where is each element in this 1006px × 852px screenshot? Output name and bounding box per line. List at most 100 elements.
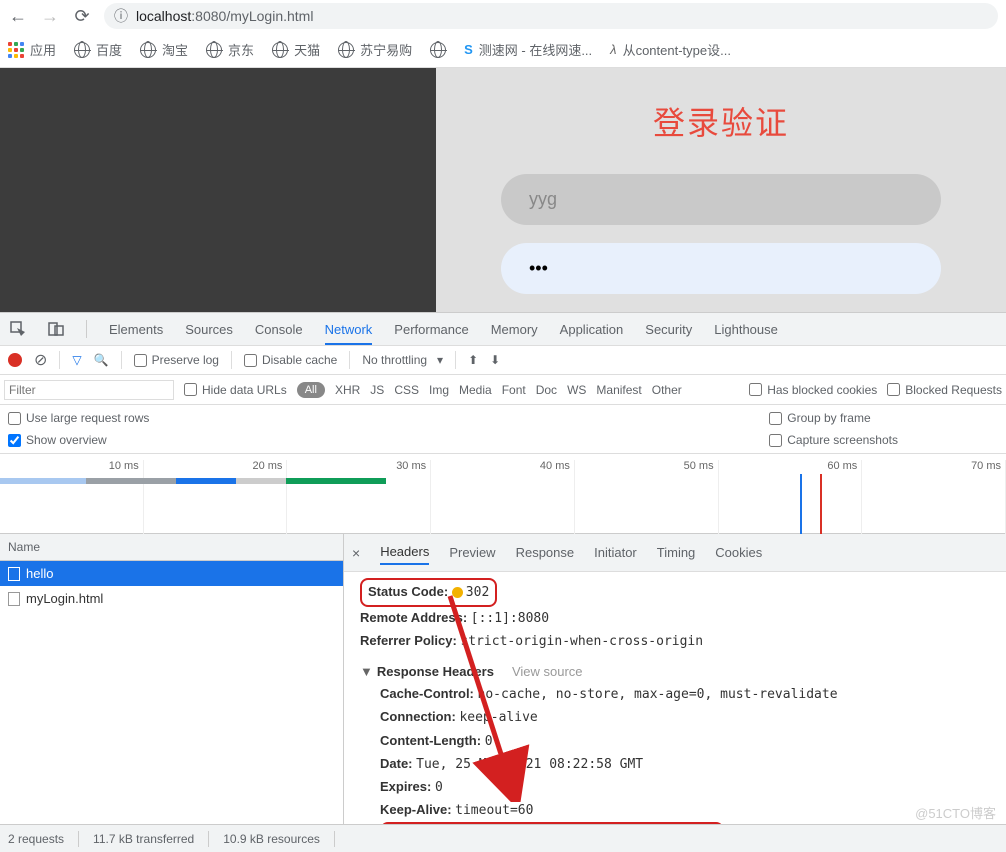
show-overview-checkbox[interactable]: Show overview — [8, 433, 149, 447]
hide-data-urls-checkbox[interactable]: Hide data URLs — [184, 383, 287, 397]
disable-cache-checkbox[interactable]: Disable cache — [244, 353, 337, 367]
filter-input[interactable] — [4, 380, 174, 400]
globe-icon — [140, 42, 156, 58]
header-row: Cache-Control: no-cache, no-store, max-a… — [380, 683, 990, 706]
tab-network[interactable]: Network — [325, 314, 373, 345]
tab-sources[interactable]: Sources — [185, 314, 233, 345]
response-headers-section[interactable]: ▼Response HeadersView source — [360, 661, 990, 683]
tab-application[interactable]: Application — [560, 314, 624, 345]
detail-tab-response[interactable]: Response — [516, 541, 575, 564]
watermark: @51CTO博客 — [915, 803, 996, 822]
filter-doc[interactable]: Doc — [536, 383, 557, 397]
upload-icon[interactable]: ⬆ — [468, 353, 478, 367]
options-row: Use large request rows Show overview Gro… — [0, 405, 1006, 454]
request-row-hello[interactable]: hello — [0, 561, 343, 586]
timeline-tick: 50 ms — [575, 460, 719, 534]
preserve-log-checkbox[interactable]: Preserve log — [134, 353, 219, 367]
transferred-size: 11.7 kB transferred — [93, 832, 194, 846]
large-rows-checkbox[interactable]: Use large request rows — [8, 411, 149, 425]
header-row: Connection: keep-alive — [380, 706, 990, 729]
timeline-tick: 70 ms — [862, 460, 1006, 534]
login-panel: 登录验证 — [436, 68, 1006, 312]
bookmark-contenttype[interactable]: λ从content-type设... — [610, 40, 731, 59]
reload-button[interactable]: ⟳ — [72, 6, 92, 27]
filter-other[interactable]: Other — [652, 383, 682, 397]
address-bar[interactable]: ⓘ localhost:8080/myLogin.html — [104, 3, 998, 29]
filter-icon[interactable]: ▽ — [72, 353, 81, 367]
dark-panel — [0, 68, 436, 312]
username-input[interactable] — [501, 174, 941, 225]
capture-screenshots-checkbox[interactable]: Capture screenshots — [769, 433, 898, 447]
download-icon[interactable]: ⬇ — [490, 353, 500, 367]
filter-css[interactable]: CSS — [394, 383, 419, 397]
name-column-header[interactable]: Name — [0, 534, 343, 561]
network-toolbar: ⊘ ▽ 🔍 Preserve log Disable cache No thro… — [0, 345, 1006, 375]
header-row: Date: Tue, 25 May 2021 08:22:58 GMT — [380, 753, 990, 776]
filter-ws[interactable]: WS — [567, 383, 586, 397]
password-input[interactable] — [501, 243, 941, 294]
filter-manifest[interactable]: Manifest — [596, 383, 641, 397]
filter-media[interactable]: Media — [459, 383, 492, 397]
globe-icon — [272, 42, 288, 58]
timeline-overview[interactable]: 10 ms 20 ms 30 ms 40 ms 50 ms 60 ms 70 m… — [0, 454, 1006, 534]
apps-button[interactable]: 应用 — [8, 40, 56, 59]
header-row: Keep-Alive: timeout=60 — [380, 799, 990, 822]
request-row-mylogin[interactable]: myLogin.html — [0, 586, 343, 611]
back-button[interactable]: ← — [8, 6, 28, 27]
filter-js[interactable]: JS — [370, 383, 384, 397]
detail-tab-timing[interactable]: Timing — [657, 541, 696, 564]
close-detail-button[interactable]: × — [352, 545, 360, 561]
request-list: Name hello myLogin.html — [0, 534, 344, 830]
header-row: Expires: 0 — [380, 776, 990, 799]
filter-img[interactable]: Img — [429, 383, 449, 397]
forward-button[interactable]: → — [40, 6, 60, 27]
bookmark-taobao[interactable]: 淘宝 — [140, 40, 188, 59]
tab-lighthouse[interactable]: Lighthouse — [714, 314, 778, 345]
detail-tab-preview[interactable]: Preview — [449, 541, 495, 564]
bookmark-jd[interactable]: 京东 — [206, 40, 254, 59]
triangle-down-icon: ▼ — [360, 661, 373, 683]
main-split: Name hello myLogin.html × Headers Previe… — [0, 534, 1006, 830]
bookmark-tmall[interactable]: 天猫 — [272, 40, 320, 59]
bookmarks-bar: 应用 百度 淘宝 京东 天猫 苏宁易购 S测速网 - 在线网速... λ从con… — [0, 32, 1006, 68]
bookmark-baidu[interactable]: 百度 — [74, 40, 122, 59]
detail-tab-initiator[interactable]: Initiator — [594, 541, 637, 564]
record-button[interactable] — [8, 353, 22, 367]
tab-performance[interactable]: Performance — [394, 314, 468, 345]
group-by-frame-checkbox[interactable]: Group by frame — [769, 411, 898, 425]
status-dot-icon — [452, 587, 463, 598]
browser-nav: ← → ⟳ ⓘ localhost:8080/myLogin.html — [0, 0, 1006, 32]
throttling-select[interactable]: No throttling ▾ — [362, 353, 443, 367]
info-icon: ⓘ — [114, 6, 128, 26]
url-text: localhost:8080/myLogin.html — [136, 8, 313, 24]
apps-icon — [8, 42, 24, 58]
tab-memory[interactable]: Memory — [491, 314, 538, 345]
blocked-cookies-checkbox[interactable]: Has blocked cookies — [749, 383, 877, 397]
filter-xhr[interactable]: XHR — [335, 383, 360, 397]
blocked-requests-checkbox[interactable]: Blocked Requests — [887, 383, 1002, 397]
bookmark-suning[interactable]: 苏宁易购 — [338, 40, 412, 59]
device-icon[interactable] — [48, 321, 64, 337]
view-source-link[interactable]: View source — [512, 664, 583, 679]
detail-pane: × Headers Preview Response Initiator Tim… — [344, 534, 1006, 830]
detail-tab-headers[interactable]: Headers — [380, 540, 429, 565]
referrer-policy-row: Referrer Policy: strict-origin-when-cros… — [360, 630, 990, 653]
filter-all[interactable]: All — [297, 382, 325, 398]
tab-console[interactable]: Console — [255, 314, 303, 345]
clear-icon[interactable]: ⊘ — [34, 350, 47, 370]
timeline-tick: 40 ms — [431, 460, 575, 534]
detail-body: Status Code: 302 Remote Address: [::1]:8… — [344, 572, 1006, 830]
bookmark-speedtest[interactable]: S测速网 - 在线网速... — [464, 40, 592, 59]
header-row: Content-Length: 0 — [380, 730, 990, 753]
search-icon[interactable]: 🔍 — [94, 353, 109, 367]
inspect-icon[interactable] — [10, 321, 26, 337]
tab-elements[interactable]: Elements — [109, 314, 163, 345]
tab-security[interactable]: Security — [645, 314, 692, 345]
remote-address-row: Remote Address: [::1]:8080 — [360, 607, 990, 630]
bookmark-blank[interactable] — [430, 42, 446, 58]
timeline-tick: 60 ms — [719, 460, 863, 534]
timeline-tick: 10 ms — [0, 460, 144, 534]
detail-tab-cookies[interactable]: Cookies — [715, 541, 762, 564]
request-count: 2 requests — [8, 832, 64, 846]
filter-font[interactable]: Font — [502, 383, 526, 397]
